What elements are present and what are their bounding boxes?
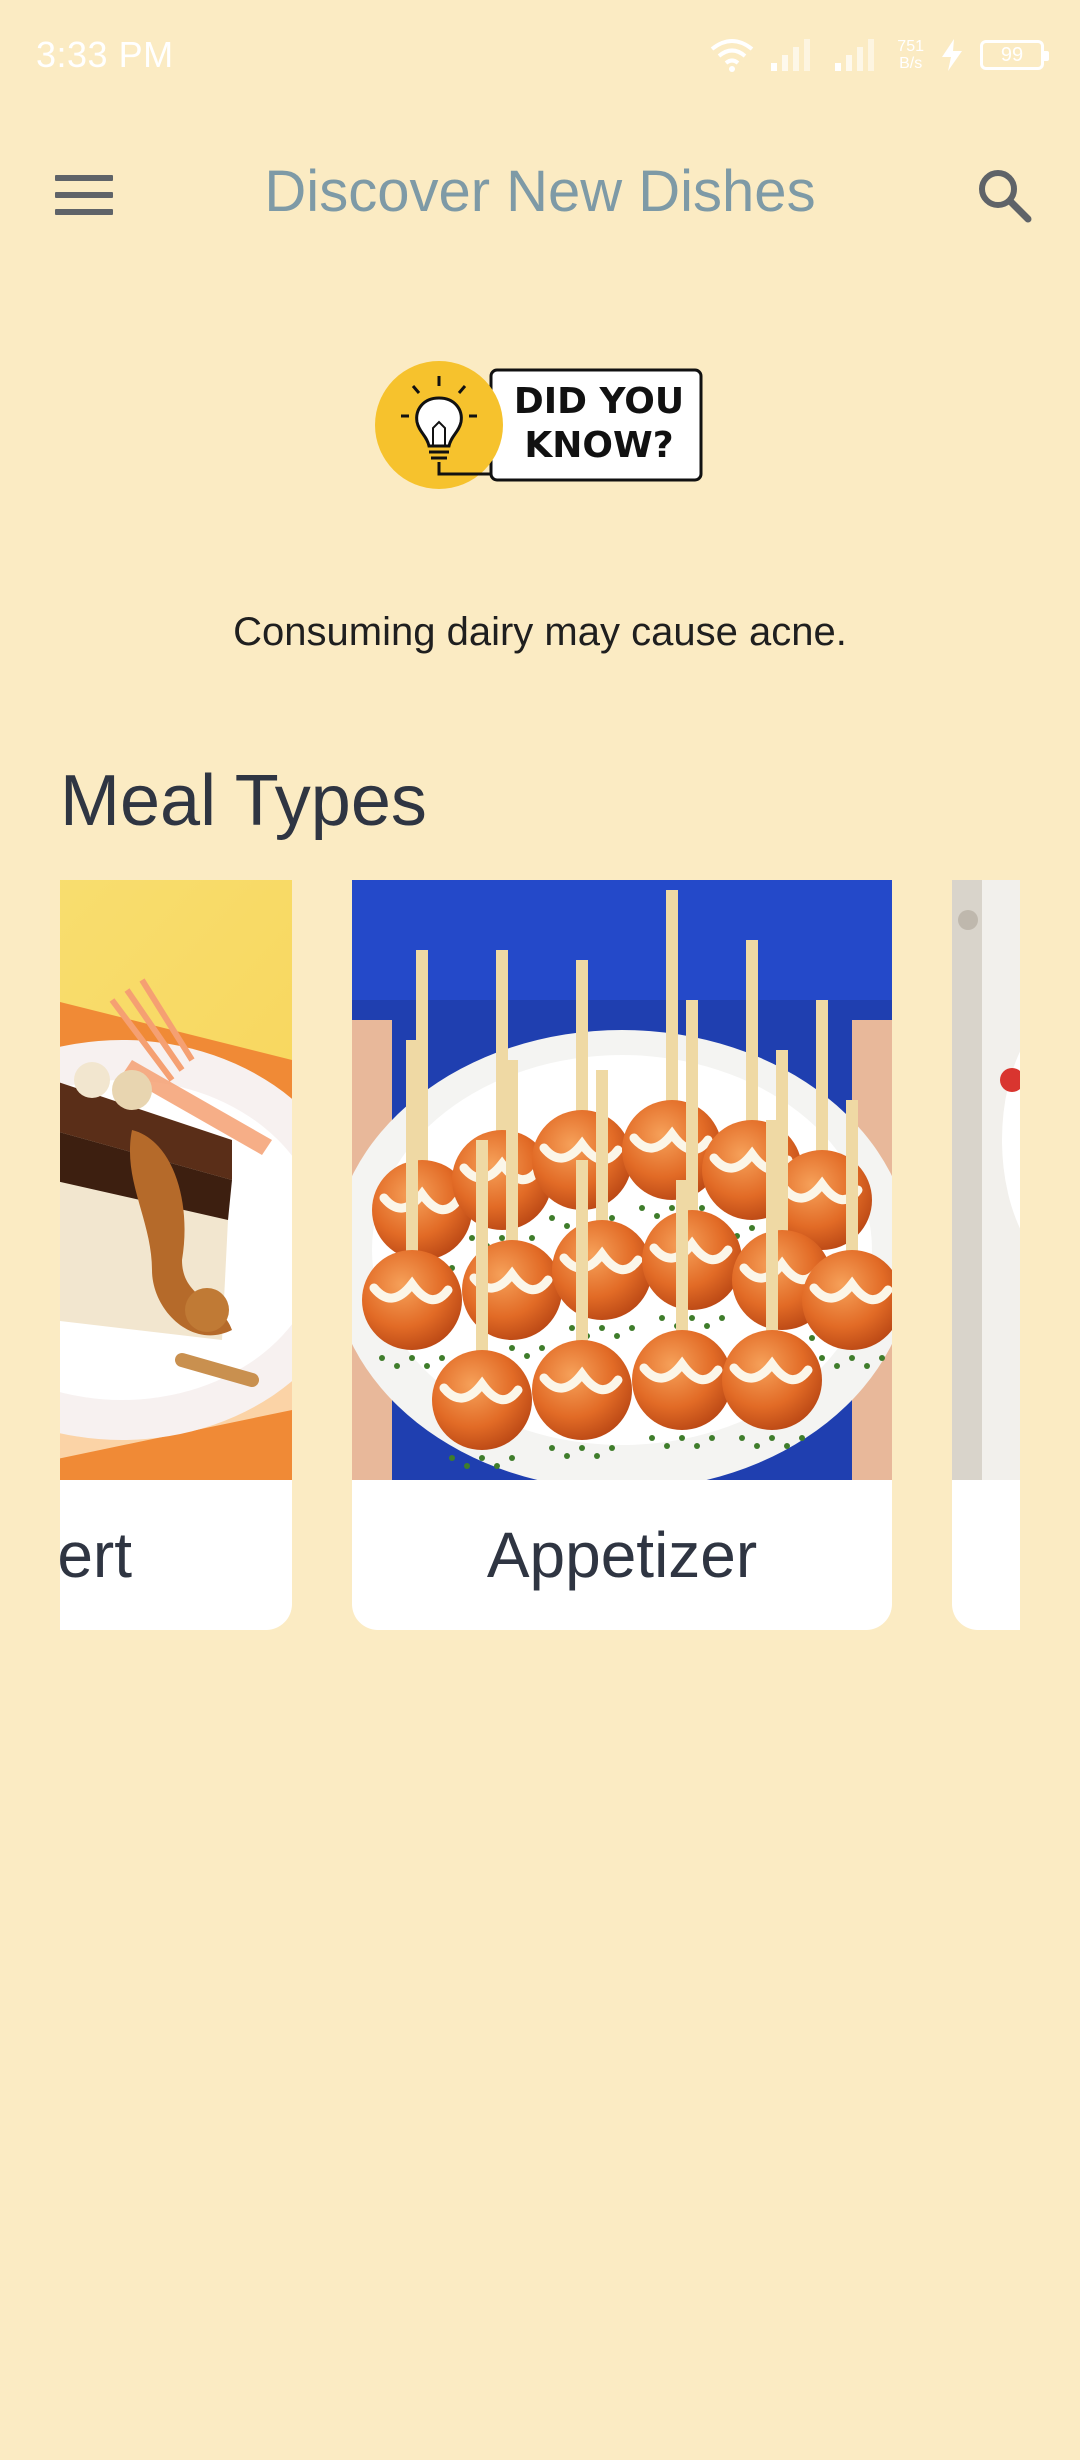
battery-level: 99 xyxy=(1000,43,1024,66)
network-speed-unit: B/s xyxy=(899,55,923,72)
meal-type-card-next[interactable] xyxy=(952,880,1020,1630)
did-you-know-badge: DID YOU KNOW? xyxy=(373,358,707,492)
status-icons: 751 B/s 99 xyxy=(709,37,1049,73)
status-bar: 3:33 PM 751 B/s 99 xyxy=(0,0,1080,110)
signal-icon-secondary xyxy=(833,37,883,73)
network-speed: 751 B/s xyxy=(897,38,924,72)
meal-type-card-appetizer[interactable]: Appetizer xyxy=(352,880,892,1630)
network-speed-value: 751 xyxy=(897,38,924,55)
dessert-image xyxy=(60,880,292,1480)
meal-type-label: ert xyxy=(60,1519,132,1591)
did-you-know-line2: KNOW? xyxy=(524,425,674,466)
page-title: Discover New Dishes xyxy=(264,159,816,224)
battery-icon: 99 xyxy=(980,40,1049,70)
charging-icon xyxy=(938,39,966,71)
section-title-meal-types: Meal Types xyxy=(60,761,427,841)
next-meal-image xyxy=(952,880,1020,1480)
appetizer-image xyxy=(352,880,892,1480)
meal-type-label xyxy=(952,1480,1020,1630)
wifi-icon xyxy=(709,37,755,73)
search-icon xyxy=(979,170,1032,223)
meal-types-carousel[interactable]: ert Appetizer xyxy=(60,880,1020,1632)
signal-icon xyxy=(769,37,819,73)
status-time: 3:33 PM xyxy=(36,34,174,75)
meal-type-card-dessert[interactable]: ert xyxy=(60,880,292,1630)
search-button[interactable] xyxy=(964,160,1044,230)
meal-type-label: Appetizer xyxy=(486,1519,758,1591)
fact-text: Consuming dairy may cause acne. xyxy=(233,610,847,654)
app-bar: Discover New Dishes xyxy=(0,140,1080,250)
did-you-know-line1: DID YOU xyxy=(513,381,685,422)
